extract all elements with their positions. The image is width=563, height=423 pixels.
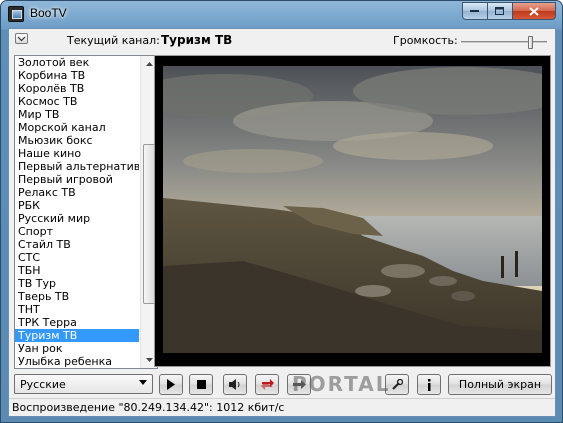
arrow-down-icon	[146, 358, 153, 362]
channel-list-item[interactable]: Тверь ТВ	[15, 290, 139, 303]
channel-list-item[interactable]: Королёв ТВ	[15, 82, 139, 95]
video-frame-image	[163, 66, 542, 353]
channel-list[interactable]: Золотой век Корбина ТВ Королёв ТВ Космос ТВ…	[14, 55, 158, 369]
channel-list-item[interactable]: ТБН	[15, 264, 139, 277]
landscape-video-picture	[163, 66, 542, 353]
settings-icon	[392, 378, 403, 390]
play-icon	[167, 379, 175, 390]
channel-list-item[interactable]: Уан рок	[15, 342, 139, 355]
title-bar[interactable]: BooTV	[1, 1, 562, 28]
channel-list-item[interactable]: ТВ Тур	[15, 277, 139, 290]
channel-list-item[interactable]: СТС	[15, 251, 139, 264]
channel-list-item[interactable]: Корбина ТВ	[15, 69, 139, 82]
channel-list-item[interactable]: Космос ТВ	[15, 95, 139, 108]
channel-list-item[interactable]: Первый альтернативный	[15, 160, 139, 173]
play-button[interactable]	[159, 374, 183, 395]
channel-list-item[interactable]: Золотой век	[15, 56, 139, 69]
channel-list-item[interactable]: Спорт	[15, 225, 139, 238]
app-window: BooTV Текущий канал: Туризм ТВ Громкость…	[0, 0, 563, 423]
channel-list-item[interactable]: Мир ТВ	[15, 108, 139, 121]
close-icon	[529, 6, 539, 16]
menu-dropdown-button[interactable]	[15, 33, 28, 44]
audio-language-value: Русские	[20, 378, 66, 391]
status-bar: Воспроизведение "80.249.134.42": 1012 кб…	[9, 398, 555, 416]
minimize-button[interactable]	[462, 2, 488, 20]
tv-app-icon	[8, 6, 24, 22]
channel-list-item[interactable]: Стайл ТВ	[15, 238, 139, 251]
close-button[interactable]	[513, 2, 556, 20]
info-icon	[428, 378, 431, 391]
volume-slider[interactable]	[461, 36, 547, 49]
channel-list-item[interactable]: ТРК Терра	[15, 316, 139, 329]
volume-slider-thumb[interactable]	[528, 36, 533, 49]
status-text: Воспроизведение "80.249.134.42": 1012 кб…	[12, 401, 285, 414]
record-icon	[260, 379, 274, 390]
record-button[interactable]	[255, 374, 279, 395]
select-arrow-icon	[139, 378, 147, 387]
stop-icon	[196, 380, 206, 389]
channel-list-item[interactable]: Мьюзик бокс	[15, 134, 139, 147]
settings-button[interactable]	[385, 374, 409, 395]
channel-list-item[interactable]: ТНТ	[15, 303, 139, 316]
video-player[interactable]	[154, 55, 551, 367]
info-button[interactable]	[417, 374, 441, 395]
arrow-up-icon	[146, 62, 153, 66]
channel-list-item[interactable]: Русский мир	[15, 212, 139, 225]
window-title: BooTV	[30, 6, 67, 20]
audio-language-select[interactable]: Русские	[14, 374, 153, 394]
mute-icon	[228, 379, 239, 390]
current-channel-label: Текущий канал:	[67, 34, 160, 47]
fullscreen-button[interactable]: Полный экран	[448, 374, 552, 395]
channel-list-item[interactable]: РБК	[15, 199, 139, 212]
client-area: Текущий канал: Туризм ТВ Громкость: Золо…	[8, 28, 556, 417]
channel-list-items: Золотой век Корбина ТВ Королёв ТВ Космос ТВ…	[15, 56, 139, 368]
current-channel-value: Туризм ТВ	[161, 33, 233, 47]
channel-list-item[interactable]: Улыбка ребенка	[15, 355, 139, 368]
maximize-button[interactable]	[488, 2, 513, 20]
channel-list-item[interactable]: Морской канал	[15, 121, 139, 134]
caption-buttons	[462, 2, 556, 20]
chevron-down-icon	[17, 36, 26, 42]
forward-icon	[292, 380, 306, 389]
minimize-icon	[470, 10, 479, 12]
volume-label: Громкость:	[393, 34, 458, 47]
stop-button[interactable]	[189, 374, 213, 395]
channel-list-item[interactable]: Первый игровой	[15, 173, 139, 186]
channel-list-item[interactable]: Туризм ТВ	[15, 329, 139, 342]
maximize-icon	[495, 6, 504, 15]
channel-list-item[interactable]: Наше кино	[15, 147, 139, 160]
mute-button[interactable]	[223, 374, 247, 395]
forward-button[interactable]	[287, 374, 311, 395]
channel-list-item[interactable]: Релакс ТВ	[15, 186, 139, 199]
